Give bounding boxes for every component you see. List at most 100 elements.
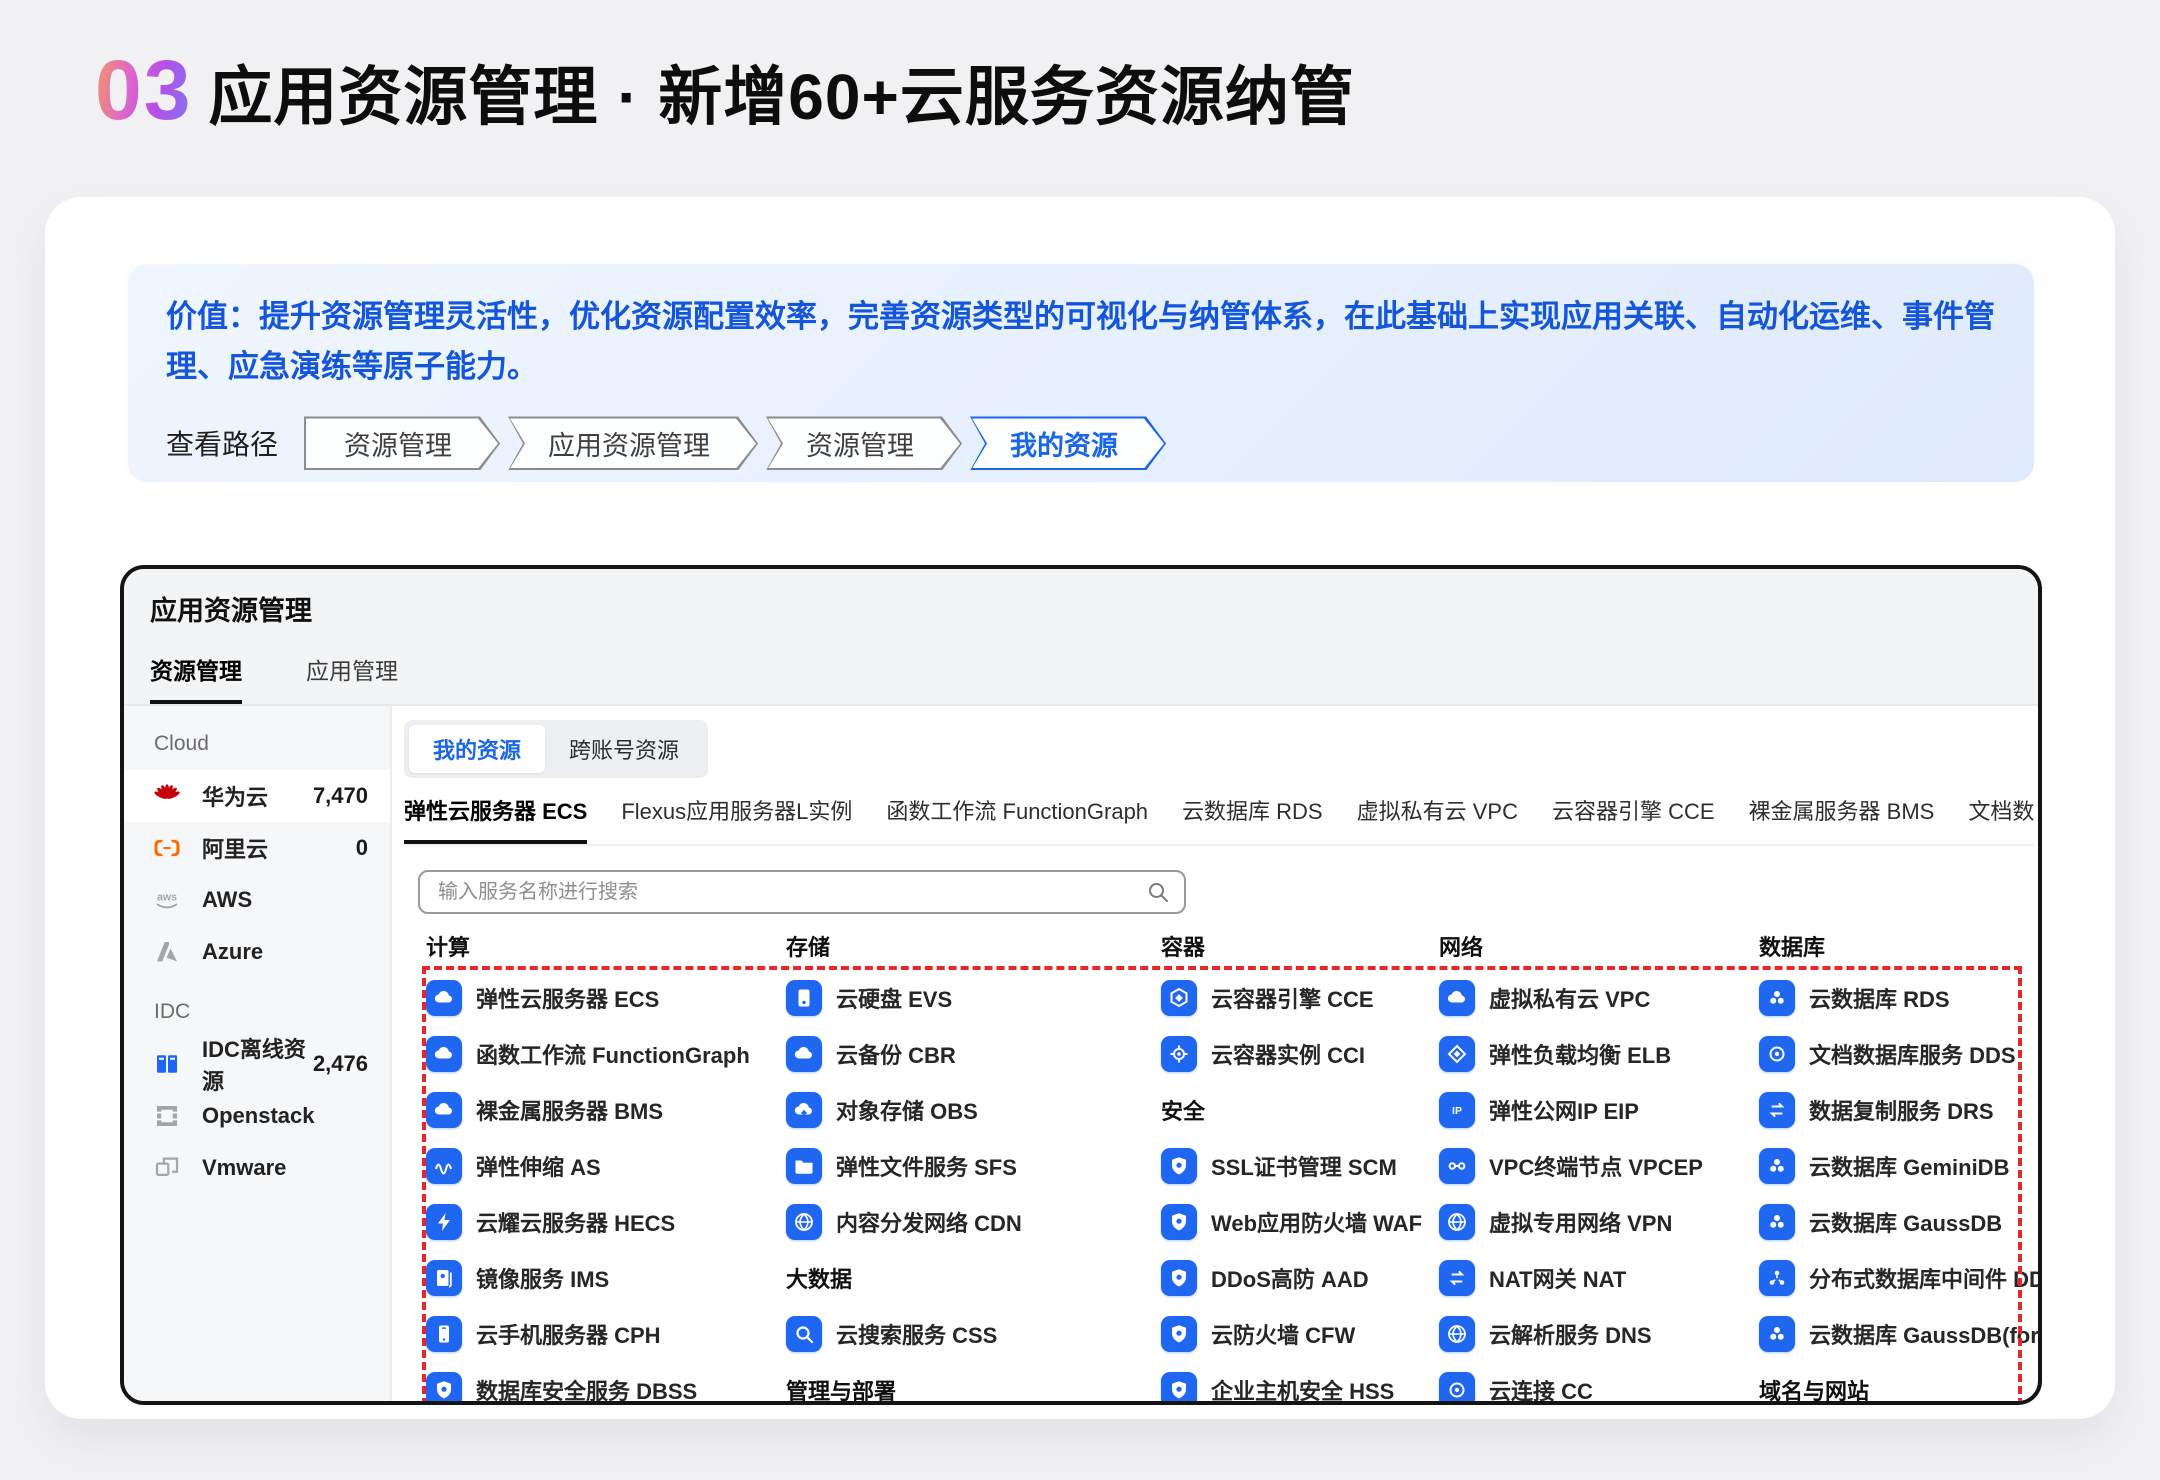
ddm-icon [1759,1260,1795,1296]
category-label-管理与部署: 管理与部署 [786,1374,896,1405]
column-header-网络: 网络 [1439,930,1703,954]
service-item-hecs[interactable]: 云耀云服务器 HECS [426,1204,675,1240]
value-text: 价值：提升资源管理灵活性，优化资源配置效率，完善资源类型的可视化与纳管体系，在此… [166,292,1996,392]
service-item-rds[interactable]: 云数据库 RDS [1759,980,1950,1016]
scope-tab-跨账号资源[interactable]: 跨账号资源 [545,725,703,773]
service-item-hss[interactable]: 企业主机安全 HSS [1161,1372,1394,1405]
service-item-vpcep[interactable]: VPC终端节点 VPCEP [1439,1148,1703,1184]
breadcrumb-step-3[interactable]: 资源管理 [766,416,962,470]
content-card: 价值：提升资源管理灵活性，优化资源配置效率，完善资源类型的可视化与纳管体系，在此… [45,197,2115,1419]
cfw-icon [1161,1316,1197,1352]
service-label: 虚拟专用网络 VPN [1489,1206,1672,1238]
sfs-icon [786,1148,822,1184]
service-item-cbr[interactable]: 云备份 CBR [786,1036,956,1072]
azure-logo-icon [152,937,182,967]
service-tab-裸金属服务器-bms[interactable]: 裸金属服务器 BMS [1749,794,1935,844]
as-icon [426,1148,462,1184]
tab-资源管理[interactable]: 资源管理 [150,652,242,704]
aliyun-logo-icon [152,833,182,863]
service-item-cdn[interactable]: 内容分发网络 CDN [786,1204,1022,1240]
main-content: 我的资源跨账号资源 弹性云服务器 ECSFlexus应用服务器L实例函数工作流 … [392,706,2038,1405]
breadcrumb-step-2[interactable]: 应用资源管理 [508,416,758,470]
service-item-eip[interactable]: IP弹性公网IP EIP [1439,1092,1639,1128]
service-item-ecs[interactable]: 弹性云服务器 ECS [426,980,659,1016]
service-item-ims[interactable]: 镜像服务 IMS [426,1260,609,1296]
service-item-functiongraph[interactable]: 函数工作流 FunctionGraph [426,1036,750,1072]
service-item-drs[interactable]: 数据复制服务 DRS [1759,1092,1994,1128]
service-item-scm[interactable]: SSL证书管理 SCM [1161,1148,1397,1184]
sidebar-item-openstack[interactable]: Openstack [124,1090,390,1142]
service-item-ddm[interactable]: 分布式数据库中间件 DDM [1759,1260,2038,1296]
service-item-evs[interactable]: 云硬盘 EVS [786,980,952,1016]
breadcrumb-step-1[interactable]: 资源管理 [304,416,500,470]
service-item-vpn[interactable]: 虚拟专用网络 VPN [1439,1204,1672,1240]
service-item-css[interactable]: 云搜索服务 CSS [786,1316,997,1352]
sidebar-item-阿里云[interactable]: 阿里云0 [124,822,390,874]
service-item-dds[interactable]: 文档数据库服务 DDS [1759,1036,2016,1072]
service-item-cce[interactable]: 云容器引擎 CCE [1161,980,1374,1016]
column-容器: 容器云容器引擎 CCE云容器实例 CCI安全SSL证书管理 SCMWeb应用防火… [1161,930,1422,1405]
service-item-dns[interactable]: 云解析服务 DNS [1439,1316,1652,1352]
idc-logo-icon [152,1049,182,1079]
service-item-cfw[interactable]: 云防火墙 CFW [1161,1316,1355,1352]
elb-icon [1439,1036,1475,1072]
service-item-elb[interactable]: 弹性负载均衡 ELB [1439,1036,1671,1072]
service-item-cci[interactable]: 云容器实例 CCI [1161,1036,1365,1072]
service-tab-函数工作流-functiongraph[interactable]: 函数工作流 FunctionGraph [886,794,1148,844]
breadcrumb: 查看路径 资源管理应用资源管理资源管理我的资源 [166,416,1996,470]
service-label: SSL证书管理 SCM [1211,1150,1397,1182]
service-tab-弹性云服务器-ecs[interactable]: 弹性云服务器 ECS [404,794,587,844]
huawei-logo-icon [152,781,182,811]
service-item-cph[interactable]: 云手机服务器 CPH [426,1316,661,1352]
service-item-gaussdb[interactable]: 云数据库 GaussDB [1759,1204,2002,1240]
openstack-logo-icon [152,1101,182,1131]
breadcrumb-step-4[interactable]: 我的资源 [970,416,1166,470]
gaussdb-icon [1759,1204,1795,1240]
service-label: 云容器引擎 CCE [1211,982,1374,1014]
ecs-icon [426,980,462,1016]
service-item-dbss[interactable]: 数据库安全服务 DBSS [426,1372,697,1405]
title-number: 03 [95,42,192,139]
service-tab-云数据库-rds[interactable]: 云数据库 RDS [1182,794,1323,844]
panel-body: Cloud华为云7,470阿里云0awsAWSAzureIDCIDC离线资源2,… [124,706,2038,1405]
service-label: 内容分发网络 CDN [836,1206,1022,1238]
panel-header: 应用资源管理 资源管理应用管理 [124,569,2038,706]
cce-icon [1161,980,1197,1016]
service-item-mysql[interactable]: 云数据库 GaussDB(for MySQL) [1759,1316,2038,1352]
service-item-vpc[interactable]: 虚拟私有云 VPC [1439,980,1650,1016]
service-tab-文档数据库服务-dds[interactable]: 文档数据库服务 DDS [1968,794,2034,844]
service-item-obs[interactable]: 对象存储 OBS [786,1092,978,1128]
geminidb-icon [1759,1148,1795,1184]
service-label: 数据库安全服务 DBSS [476,1374,697,1405]
value-banner: 价值：提升资源管理灵活性，优化资源配置效率，完善资源类型的可视化与纳管体系，在此… [125,261,2037,485]
service-label: 云数据库 GaussDB [1809,1206,2002,1238]
service-item-bms[interactable]: 裸金属服务器 BMS [426,1092,663,1128]
service-tab-虚拟私有云-vpc[interactable]: 虚拟私有云 VPC [1357,794,1518,844]
service-label: 数据复制服务 DRS [1809,1094,1994,1126]
search-icon[interactable] [1146,880,1170,904]
tab-应用管理[interactable]: 应用管理 [306,652,398,704]
search-input[interactable] [418,870,1186,914]
dbss-icon [426,1372,462,1405]
mysql-icon [1759,1316,1795,1352]
sidebar-item-华为云[interactable]: 华为云7,470 [124,770,390,822]
sidebar-item-idc离线资源[interactable]: IDC离线资源2,476 [124,1038,390,1090]
scope-tab-我的资源[interactable]: 我的资源 [409,725,545,773]
service-label: 对象存储 OBS [836,1094,978,1126]
service-label: 弹性文件服务 SFS [836,1150,1017,1182]
sidebar-item-aws[interactable]: awsAWS [124,874,390,926]
provider-name: Vmware [202,1155,286,1181]
service-item-sfs[interactable]: 弹性文件服务 SFS [786,1148,1017,1184]
column-header-存储: 存储 [786,930,1022,954]
service-item-aad[interactable]: DDoS高防 AAD [1161,1260,1369,1296]
service-item-as[interactable]: 弹性伸缩 AS [426,1148,601,1184]
service-item-cc[interactable]: 云连接 CC [1439,1372,1593,1405]
service-item-geminidb[interactable]: 云数据库 GeminiDB [1759,1148,2009,1184]
sidebar-item-azure[interactable]: Azure [124,926,390,978]
service-item-nat[interactable]: NAT网关 NAT [1439,1260,1626,1296]
service-tab-flexus应用服务器l实例[interactable]: Flexus应用服务器L实例 [621,794,852,844]
sidebar-item-vmware[interactable]: Vmware [124,1142,390,1194]
service-tab-云容器引擎-cce[interactable]: 云容器引擎 CCE [1552,794,1715,844]
cdn-icon [786,1204,822,1240]
service-item-waf[interactable]: Web应用防火墙 WAF [1161,1204,1422,1240]
